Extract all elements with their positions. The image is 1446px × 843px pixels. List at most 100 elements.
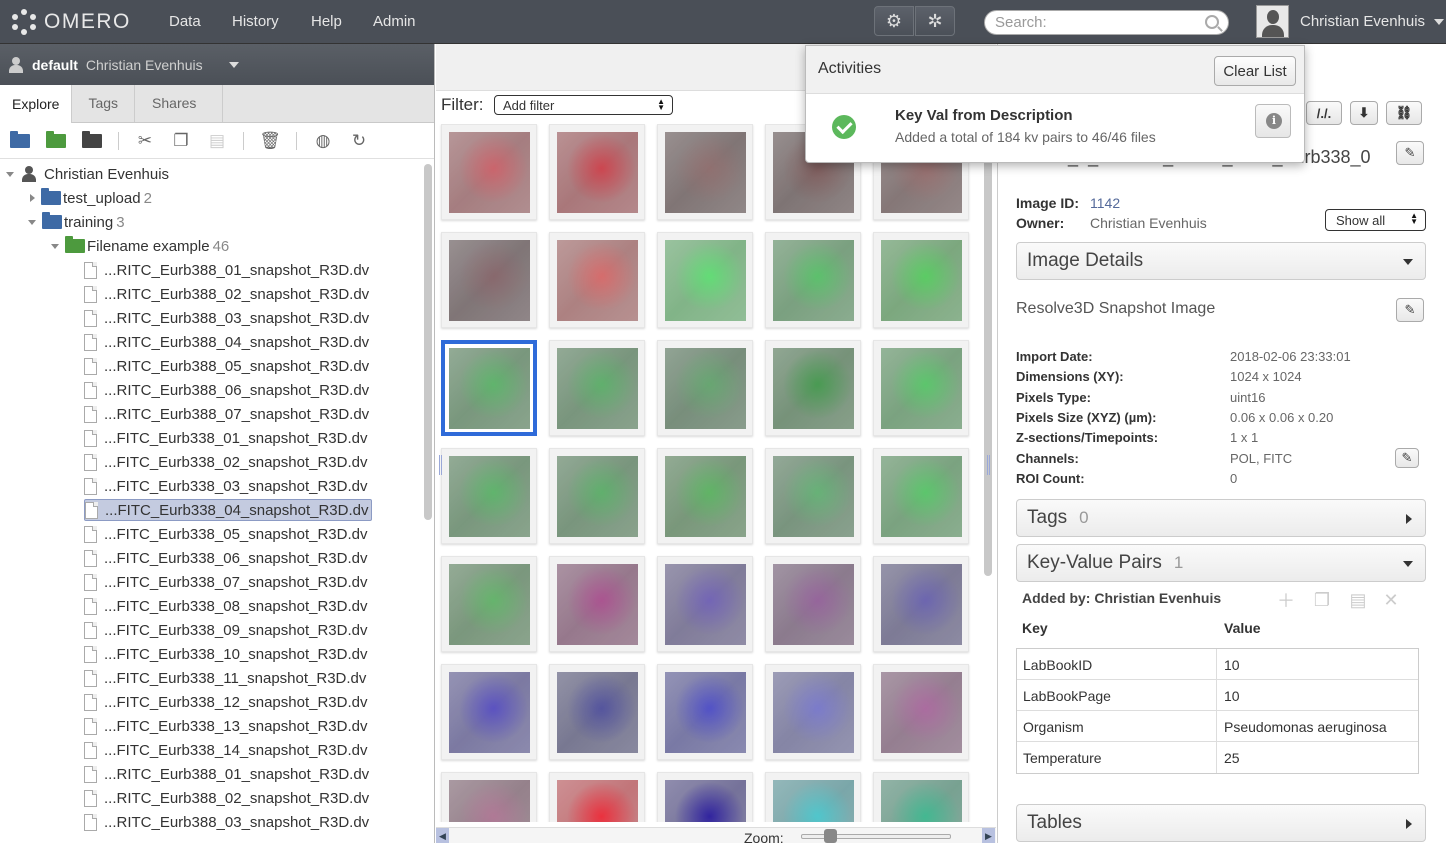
- image-thumbnail[interactable]: [441, 556, 537, 652]
- image-thumbnail[interactable]: [441, 664, 537, 760]
- open-with-button[interactable]: /./.: [1306, 101, 1342, 125]
- info-icon[interactable]: [1255, 104, 1291, 138]
- clear-list-button[interactable]: Clear List: [1214, 56, 1296, 86]
- expand-icon[interactable]: [30, 194, 35, 202]
- nav-admin[interactable]: Admin: [373, 13, 416, 30]
- image-list-item[interactable]: ...FITC_Eurb338_02_snapshot_R3D.dv: [84, 451, 368, 473]
- image-list-item[interactable]: ...FITC_Eurb338_14_snapshot_R3D.dv: [84, 739, 368, 761]
- image-thumbnail[interactable]: [549, 772, 645, 822]
- edit-channels-button[interactable]: ✎: [1395, 448, 1419, 468]
- image-thumbnail[interactable]: [873, 232, 969, 328]
- image-thumbnail[interactable]: [765, 448, 861, 544]
- filter-select[interactable]: Add filter ▲ ▼: [494, 95, 673, 115]
- tables-accordion[interactable]: Tables: [1016, 804, 1426, 842]
- image-thumbnail[interactable]: [549, 664, 645, 760]
- image-thumbnail[interactable]: [765, 772, 861, 822]
- user-avatar[interactable]: [1256, 5, 1289, 38]
- tab-explore[interactable]: Explore: [0, 84, 73, 123]
- share-button[interactable]: ◍: [309, 129, 337, 153]
- user-menu-name[interactable]: Christian Evenhuis: [1300, 13, 1425, 30]
- tree-root-user[interactable]: Christian Evenhuis: [6, 163, 169, 185]
- key-value-accordion[interactable]: Key-Value Pairs 1: [1016, 544, 1426, 582]
- image-list-item[interactable]: ...RITC_Eurb388_04_snapshot_R3D.dv: [84, 331, 369, 353]
- image-thumbnail[interactable]: [549, 556, 645, 652]
- cut-button[interactable]: ✂: [131, 129, 159, 153]
- add-kv-icon[interactable]: ＋: [1272, 588, 1300, 612]
- activities-button[interactable]: ✲: [915, 6, 955, 36]
- center-scrollbar[interactable]: [984, 124, 992, 576]
- tree-dataset[interactable]: Filename example 46: [51, 235, 229, 257]
- image-thumbnail[interactable]: [441, 772, 537, 822]
- image-list-item[interactable]: ...FITC_Eurb338_09_snapshot_R3D.dv: [84, 619, 368, 641]
- new-screen-button[interactable]: [78, 129, 106, 153]
- image-thumbnail[interactable]: [441, 124, 537, 220]
- image-thumbnail[interactable]: [765, 664, 861, 760]
- download-button[interactable]: ⬇: [1350, 101, 1378, 125]
- image-thumbnail[interactable]: [873, 772, 969, 822]
- kv-row[interactable]: Organism Pseudomonas aeruginosa: [1017, 711, 1418, 742]
- image-thumbnail[interactable]: [657, 772, 753, 822]
- tab-tags[interactable]: Tags: [72, 84, 136, 122]
- new-dataset-button[interactable]: [42, 129, 70, 153]
- copy-button[interactable]: ❐: [167, 129, 195, 153]
- image-thumbnail[interactable]: [441, 232, 537, 328]
- image-list-item[interactable]: ...RITC_Eurb388_02_snapshot_R3D.dv: [84, 787, 369, 809]
- image-list-item[interactable]: ...FITC_Eurb338_13_snapshot_R3D.dv: [84, 715, 368, 737]
- image-thumbnail[interactable]: [549, 340, 645, 436]
- image-thumbnail[interactable]: [657, 448, 753, 544]
- left-splitter-handle[interactable]: [439, 455, 442, 475]
- image-thumbnail[interactable]: [765, 340, 861, 436]
- collapse-left-icon[interactable]: ◀: [436, 828, 449, 843]
- image-list-item[interactable]: ...FITC_Eurb338_11_snapshot_R3D.dv: [84, 667, 366, 689]
- caret-down-icon[interactable]: [1434, 19, 1444, 25]
- image-thumbnail[interactable]: [549, 448, 645, 544]
- nav-history[interactable]: History: [232, 13, 279, 30]
- edit-name-button[interactable]: ✎: [1396, 141, 1424, 165]
- refresh-button[interactable]: ↻: [345, 129, 373, 153]
- paste-button[interactable]: ▤: [203, 129, 231, 153]
- image-list-item[interactable]: ...RITC_Eurb388_03_snapshot_R3D.dv: [84, 811, 369, 833]
- image-list-item[interactable]: ...FITC_Eurb338_07_snapshot_R3D.dv: [84, 571, 368, 593]
- clipboard-icon[interactable]: ▤: [1344, 588, 1372, 612]
- image-thumbnail[interactable]: [657, 232, 753, 328]
- edit-description-button[interactable]: ✎: [1396, 298, 1424, 322]
- expand-icon[interactable]: [51, 243, 59, 249]
- image-list-item[interactable]: ...FITC_Eurb338_04_snapshot_R3D.dv: [84, 499, 372, 521]
- zoom-slider-handle[interactable]: [824, 829, 837, 843]
- image-list-item[interactable]: ...FITC_Eurb338_10_snapshot_R3D.dv: [84, 643, 368, 665]
- image-thumbnail[interactable]: [873, 448, 969, 544]
- expand-icon[interactable]: [6, 171, 14, 177]
- image-list-item[interactable]: ...RITC_Eurb388_07_snapshot_R3D.dv: [84, 403, 369, 425]
- nav-data[interactable]: Data: [169, 13, 201, 30]
- expand-icon[interactable]: [28, 219, 36, 225]
- image-list-item[interactable]: ...RITC_Eurb388_05_snapshot_R3D.dv: [84, 355, 369, 377]
- new-project-button[interactable]: [6, 129, 34, 153]
- tree-project[interactable]: training 3: [28, 211, 125, 233]
- delete-kv-icon[interactable]: ✕: [1377, 588, 1405, 612]
- collapse-right-icon[interactable]: ▶: [982, 828, 995, 843]
- image-list-item[interactable]: ...FITC_Eurb338_06_snapshot_R3D.dv: [84, 547, 368, 569]
- image-thumbnail[interactable]: [873, 664, 969, 760]
- right-splitter-handle[interactable]: [987, 455, 990, 475]
- image-list-item[interactable]: ...FITC_Eurb338_01_snapshot_R3D.dv: [84, 427, 368, 449]
- search-icon[interactable]: [1205, 15, 1219, 29]
- image-thumbnail[interactable]: [873, 556, 969, 652]
- tree-project[interactable]: test_upload 2: [30, 187, 152, 209]
- caret-down-icon[interactable]: [229, 62, 239, 68]
- image-list-item[interactable]: ...RITC_Eurb388_02_snapshot_R3D.dv: [84, 283, 369, 305]
- omero-logo[interactable]: OMERO: [10, 7, 131, 37]
- image-list-item[interactable]: ...RITC_Eurb388_01_snapshot_R3D.dv: [84, 259, 369, 281]
- image-details-accordion[interactable]: Image Details: [1016, 242, 1426, 280]
- image-list-item[interactable]: ...FITC_Eurb338_12_snapshot_R3D.dv: [84, 691, 368, 713]
- left-scrollbar[interactable]: [424, 164, 432, 520]
- image-list-item[interactable]: ...FITC_Eurb338_08_snapshot_R3D.dv: [84, 595, 368, 617]
- nav-help[interactable]: Help: [311, 13, 342, 30]
- image-list-item[interactable]: ...RITC_Eurb388_06_snapshot_R3D.dv: [84, 379, 369, 401]
- kv-row[interactable]: Temperature 25: [1017, 742, 1418, 773]
- show-all-select[interactable]: Show all ▲ ▼: [1325, 209, 1426, 231]
- image-thumbnail[interactable]: [657, 340, 753, 436]
- image-list-item[interactable]: ...FITC_Eurb338_03_snapshot_R3D.dv: [84, 475, 368, 497]
- image-thumbnail[interactable]: [657, 124, 753, 220]
- image-list-item[interactable]: ...FITC_Eurb338_05_snapshot_R3D.dv: [84, 523, 368, 545]
- image-thumbnail[interactable]: [765, 556, 861, 652]
